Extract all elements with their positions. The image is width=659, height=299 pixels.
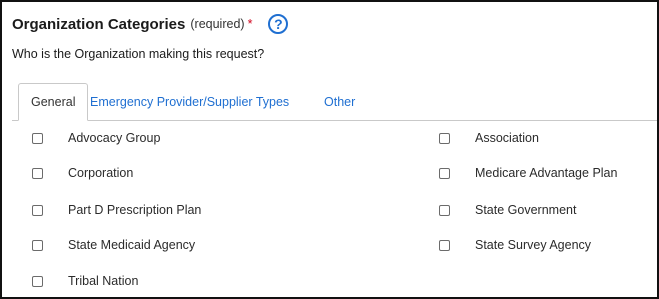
help-icon[interactable]: ? (268, 14, 289, 34)
checkbox[interactable] (439, 132, 450, 144)
option-label: Association (475, 131, 539, 145)
option-label: State Medicaid Agency (68, 238, 196, 252)
category-tabs: General Emergency Provider/Supplier Type… (12, 83, 657, 121)
option-advocacy-group[interactable]: Advocacy Group (32, 128, 160, 148)
checkbox[interactable] (32, 275, 43, 287)
organization-categories-panel: Organization Categories (required) * ? W… (0, 0, 659, 299)
required-label: (required) (190, 17, 245, 31)
option-state-government[interactable]: State Government (439, 200, 576, 220)
option-label: Advocacy Group (68, 131, 161, 145)
option-state-survey-agency[interactable]: State Survey Agency (439, 235, 591, 255)
option-label: Medicare Advantage Plan (475, 166, 618, 180)
option-corporation[interactable]: Corporation (32, 163, 133, 183)
section-header: Organization Categories (required) * ? (12, 13, 289, 35)
option-label: Corporation (68, 166, 134, 180)
required-asterisk: * (247, 17, 253, 31)
checkbox[interactable] (32, 132, 43, 144)
option-state-medicaid-agency[interactable]: State Medicaid Agency (32, 235, 195, 255)
option-label: Part D Prescription Plan (68, 203, 202, 217)
option-label: State Survey Agency (475, 238, 592, 252)
checkbox[interactable] (32, 204, 43, 216)
option-part-d-prescription-plan[interactable]: Part D Prescription Plan (32, 200, 201, 220)
option-tribal-nation[interactable]: Tribal Nation (32, 271, 138, 291)
checkbox[interactable] (439, 239, 450, 251)
tab-emergency-provider-supplier-types[interactable]: Emergency Provider/Supplier Types (78, 83, 301, 121)
tab-other[interactable]: Other (312, 83, 367, 121)
option-medicare-advantage-plan[interactable]: Medicare Advantage Plan (439, 163, 617, 183)
section-question: Who is the Organization making this requ… (12, 47, 265, 61)
checkbox[interactable] (32, 239, 43, 251)
section-title: Organization Categories (12, 15, 186, 33)
tab-general[interactable]: General (18, 83, 89, 121)
checkbox[interactable] (32, 167, 43, 179)
checkbox[interactable] (439, 167, 450, 179)
checkbox[interactable] (439, 204, 450, 216)
option-label: Tribal Nation (68, 274, 139, 288)
option-association[interactable]: Association (439, 128, 539, 148)
option-label: State Government (475, 203, 577, 217)
